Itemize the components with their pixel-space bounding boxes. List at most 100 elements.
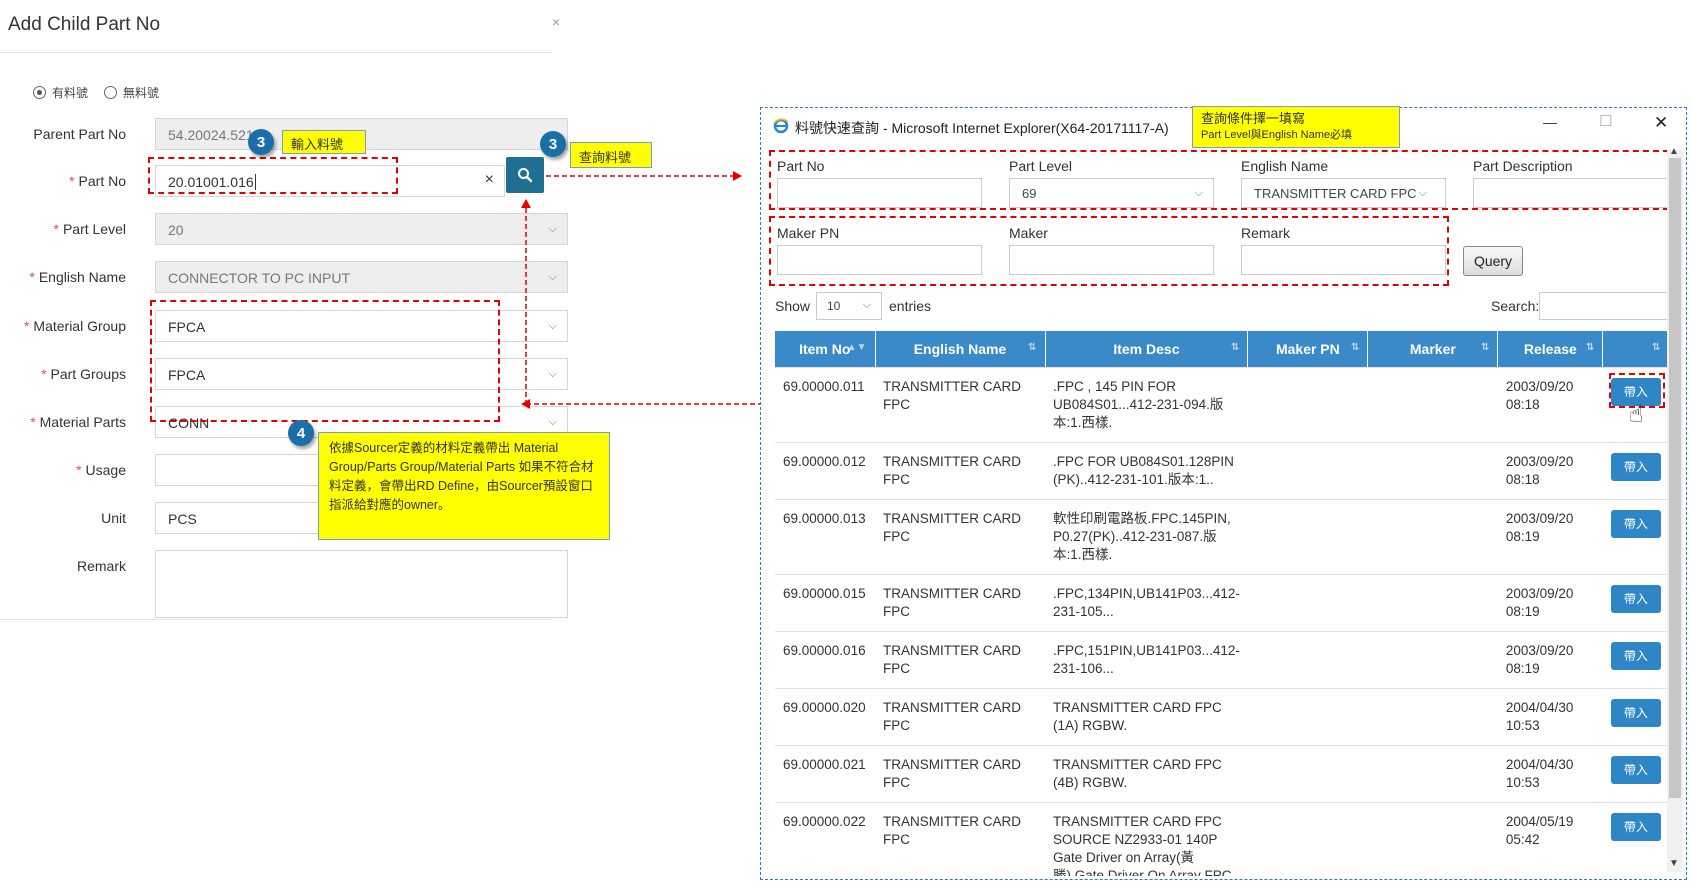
entries-value: 10 — [827, 299, 841, 313]
import-button[interactable]: 帶入 — [1610, 813, 1661, 841]
release-date: 2003/09/20 — [1505, 586, 1574, 601]
column-header-label: Item No — [799, 341, 851, 357]
cell-release: 2003/09/20 08:18 — [1497, 367, 1603, 443]
cell-release: 2003/09/20 08:19 — [1497, 499, 1603, 575]
release-time: 10:53 — [1505, 775, 1540, 790]
table-row: 69.00000.016 TRANSMITTER CARD FPC .FPC,151… — [775, 631, 1669, 689]
sort-icon: ⇅ — [1480, 342, 1490, 353]
import-button[interactable]: 帶入 — [1610, 453, 1661, 481]
column-header[interactable]: Maker PN ⇅ — [1247, 331, 1369, 368]
results-table-container: Item No ▲▼ English Name ⇅ Item Desc ⇅ Maker PN… — [775, 331, 1673, 876]
cell-release: 2003/09/20 08:19 — [1497, 574, 1603, 632]
column-header[interactable]: Item Desc ⇅ — [1045, 331, 1249, 368]
cell-item-no: 69.00000.022 — [775, 802, 875, 876]
table-row: 69.00000.015 TRANSMITTER CARD FPC .FPC,134… — [775, 574, 1669, 632]
cell-marker — [1367, 631, 1498, 689]
cell-release: 2004/04/30 10:53 — [1497, 688, 1603, 746]
release-date: 2003/09/20 — [1505, 379, 1574, 394]
cell-maker-pn — [1247, 802, 1368, 876]
query-button[interactable]: Query — [1463, 246, 1523, 276]
cell-item-desc: .FPC FOR UB084S01.128PIN (PK)..412-231-1… — [1045, 442, 1248, 500]
cell-english-name: TRANSMITTER CARD FPC — [875, 367, 1045, 443]
release-date: 2003/09/20 — [1505, 454, 1574, 469]
cell-english-name: TRANSMITTER CARD FPC — [875, 442, 1045, 500]
cell-action: 帶入 — [1602, 631, 1669, 689]
cell-release: 2004/05/19 05:42 — [1497, 802, 1603, 876]
release-date: 2004/05/19 — [1505, 814, 1574, 829]
column-header[interactable]: Marker ⇅ — [1367, 331, 1499, 368]
cell-item-desc: .FPC , 145 PIN FOR UB084S01...412-231-09… — [1045, 367, 1248, 443]
scrollbar[interactable] — [1667, 150, 1683, 872]
import-button[interactable]: 帶入 — [1610, 510, 1661, 538]
search-label: Search: — [1491, 298, 1540, 314]
import-button[interactable]: 帶入 — [1610, 585, 1661, 613]
cell-english-name: TRANSMITTER CARD FPC — [875, 802, 1045, 876]
cell-marker — [1367, 499, 1498, 575]
cell-item-no: 69.00000.020 — [775, 688, 875, 746]
ie-popup-window: 料號快速查詢 - Microsoft Internet Explorer(X64… — [760, 107, 1687, 880]
minimize-icon[interactable]: — — [1543, 114, 1557, 130]
cell-item-no: 69.00000.015 — [775, 574, 875, 632]
maximize-icon[interactable]: ☐ — [1599, 112, 1612, 130]
release-time: 08:19 — [1505, 661, 1540, 676]
cell-marker — [1367, 745, 1498, 803]
table-row: 69.00000.012 TRANSMITTER CARD FPC .FPC FOR… — [775, 442, 1669, 500]
sort-icon: ▲▼ — [846, 342, 867, 353]
cell-item-desc: 軟性印刷電路板.FPC.145PIN, P0.27(PK)..412-231-0… — [1045, 499, 1248, 575]
release-date: 2004/04/30 — [1505, 757, 1574, 772]
table-row: 69.00000.021 TRANSMITTER CARD FPC TRANSMIT… — [775, 745, 1669, 803]
release-date: 2003/09/20 — [1505, 643, 1574, 658]
cell-maker-pn — [1247, 499, 1368, 575]
scroll-up-icon[interactable]: ▲ — [1669, 146, 1679, 157]
cell-action: 帶入 — [1602, 442, 1669, 500]
cell-marker — [1367, 367, 1498, 443]
import-button[interactable]: 帶入 — [1610, 756, 1661, 784]
import-button[interactable]: 帶入 — [1610, 642, 1661, 670]
cell-maker-pn — [1247, 631, 1368, 689]
table-search-input[interactable] — [1539, 292, 1669, 320]
scrollbar-thumb[interactable] — [1669, 158, 1681, 798]
entries-label: entries — [889, 298, 932, 314]
cell-action: 帶入 — [1602, 802, 1669, 876]
cell-item-desc: TRANSMITTER CARD FPC (4B) RGBW. — [1045, 745, 1248, 803]
cell-maker-pn — [1247, 745, 1368, 803]
cell-english-name: TRANSMITTER CARD FPC — [875, 688, 1045, 746]
cell-maker-pn — [1247, 367, 1368, 443]
window-close-icon[interactable]: ✕ — [1654, 113, 1668, 133]
note-conditions-line2: Part Level與English Name必填 — [1201, 129, 1353, 141]
sort-icon: ⇅ — [1028, 342, 1037, 353]
release-time: 05:42 — [1505, 832, 1540, 847]
cell-action: 帶入 — [1602, 688, 1669, 746]
cell-english-name: TRANSMITTER CARD FPC — [875, 574, 1045, 632]
results-table: Item No ▲▼ English Name ⇅ Item Desc ⇅ Maker PN… — [775, 331, 1670, 876]
sort-icon: ⇅ — [1230, 342, 1240, 353]
cell-maker-pn — [1247, 574, 1368, 632]
entries-select[interactable]: 10 ⌵ — [816, 292, 882, 320]
cell-item-no: 69.00000.011 — [775, 367, 875, 443]
query-conditions-highlight — [769, 150, 1679, 210]
table-row: 69.00000.013 TRANSMITTER CARD FPC 軟性印刷電路板.… — [775, 499, 1669, 575]
column-header[interactable]: ⇅ — [1602, 331, 1670, 368]
ie-logo-icon — [773, 118, 789, 139]
import-button[interactable]: 帶入 — [1610, 699, 1661, 727]
scroll-down-icon[interactable]: ▼ — [1669, 858, 1679, 869]
sort-icon: ⇅ — [1350, 342, 1360, 353]
column-header[interactable]: Item No ▲▼ — [775, 331, 876, 368]
table-row: 69.00000.020 TRANSMITTER CARD FPC TRANSMIT… — [775, 688, 1669, 746]
release-date: 2003/09/20 — [1505, 511, 1574, 526]
release-time: 08:18 — [1505, 472, 1540, 487]
cell-item-no: 69.00000.013 — [775, 499, 875, 575]
column-header-label: Maker PN — [1275, 341, 1340, 357]
cell-action: 帶入 — [1602, 499, 1669, 575]
cell-marker — [1367, 688, 1498, 746]
release-date: 2004/04/30 — [1505, 700, 1574, 715]
column-header[interactable]: English Name ⇅ — [875, 331, 1046, 368]
release-time: 08:18 — [1505, 397, 1540, 412]
cell-item-desc: TRANSMITTER CARD FPC SOURCE NZ2933-01 14… — [1045, 802, 1248, 876]
hand-cursor-icon: ☝ — [1629, 401, 1644, 428]
column-header[interactable]: Release ⇅ — [1497, 331, 1604, 368]
table-row: 69.00000.011 TRANSMITTER CARD FPC .FPC , 1… — [775, 367, 1669, 443]
cell-item-no: 69.00000.016 — [775, 631, 875, 689]
cell-action: 帶入 — [1602, 745, 1669, 803]
release-time: 08:19 — [1505, 604, 1540, 619]
